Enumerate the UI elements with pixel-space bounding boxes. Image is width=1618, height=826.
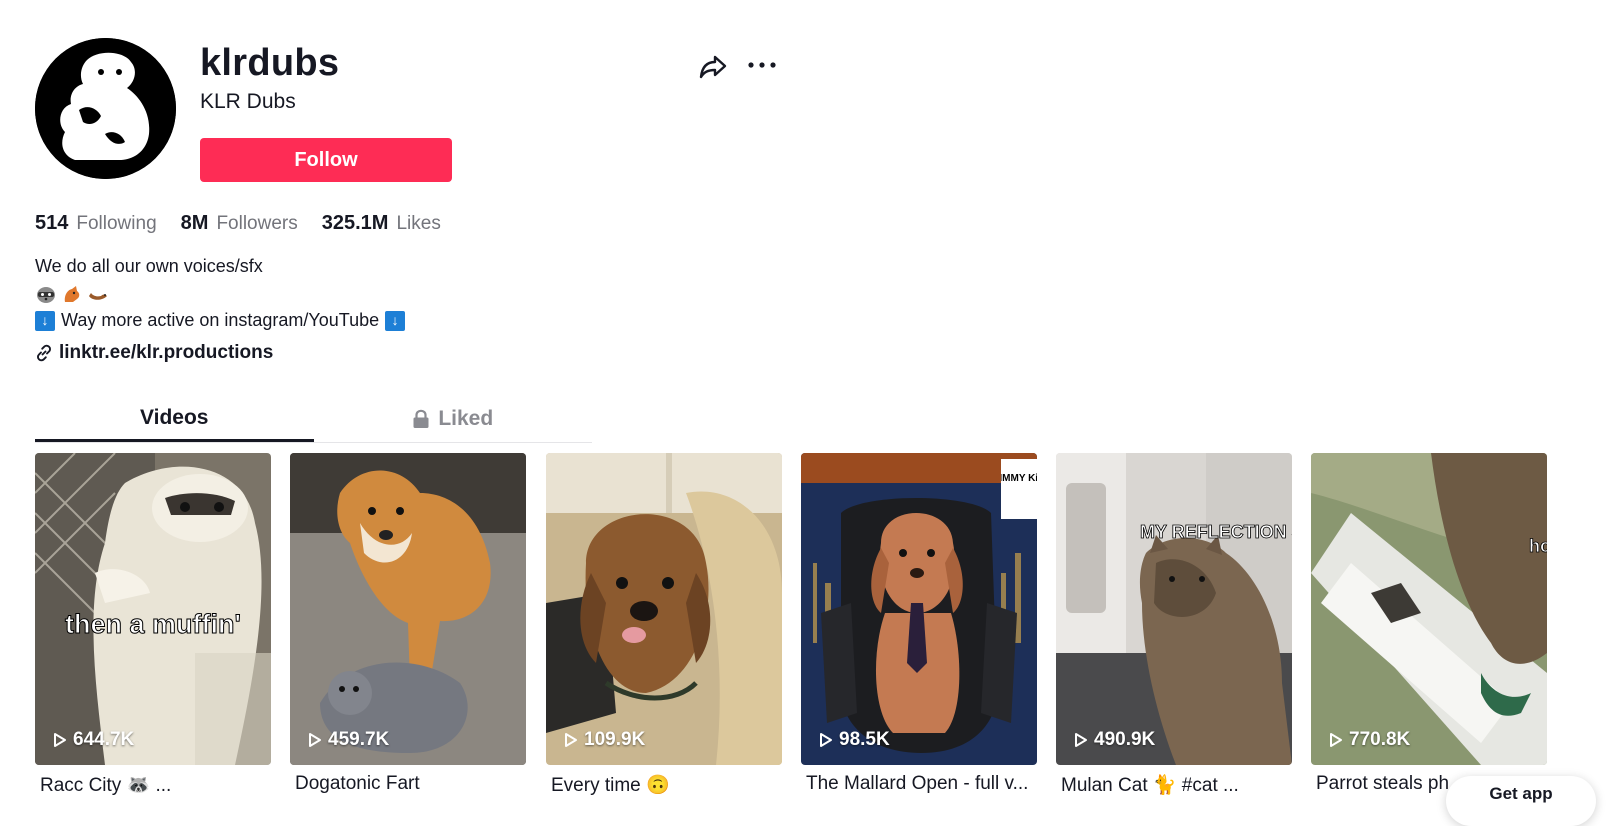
video-caption[interactable]: Dogatonic Fart: [295, 773, 525, 795]
stat-value: 514: [35, 212, 69, 234]
video-card[interactable]: 109.9K Every time 🙃: [546, 453, 782, 797]
video-overlay-text: MY REFLECTION SH: [1140, 522, 1292, 543]
tab-label: Liked: [438, 407, 494, 430]
raccoon-icon: [35, 284, 57, 304]
bio-line: We do all our own voices/sfx: [35, 256, 263, 276]
profile-link[interactable]: linktr.ee/klr.productions: [35, 342, 273, 364]
view-count-value: 109.9K: [584, 729, 646, 750]
bio-emoji-row: [35, 280, 411, 307]
stat-value: 325.1M: [321, 212, 389, 234]
video-caption[interactable]: Every time 🙃: [551, 773, 781, 797]
lock-icon: [413, 409, 429, 428]
stat-label: Followers: [216, 213, 298, 234]
view-count: 459.7K: [308, 729, 389, 751]
profile-tabs: Videos Liked: [35, 396, 592, 443]
play-icon: [820, 733, 832, 747]
tab-label: Videos: [140, 405, 209, 429]
video-thumbnail[interactable]: then a muffin' 644.7K: [35, 453, 271, 765]
view-count-value: 644.7K: [73, 729, 135, 750]
follow-button[interactable]: Follow: [200, 138, 452, 182]
otter-icon: [87, 284, 109, 304]
stat-following[interactable]: 514 Following: [35, 212, 157, 235]
video-thumbnail[interactable]: 109.9K: [546, 453, 782, 765]
video-caption[interactable]: The Mallard Open - full v...: [806, 773, 1036, 795]
down-arrow-icon: ↓: [385, 310, 406, 331]
svg-text:JIMMY Kib: JIMMY Kib: [1001, 473, 1037, 484]
get-app-button[interactable]: Get app: [1446, 776, 1596, 826]
video-card[interactable]: then a muffin' 644.7K Racc City 🦝 ...: [35, 453, 271, 797]
nickname: KLR Dubs: [200, 90, 296, 113]
view-count: 98.5K: [819, 729, 890, 751]
username: klrdubs: [200, 42, 340, 84]
view-count: 490.9K: [1074, 729, 1155, 751]
video-caption[interactable]: Racc City 🦝 ...: [40, 773, 270, 797]
stat-label: Likes: [396, 213, 441, 234]
video-overlay-text: JIMMY Kib: [1001, 473, 1037, 484]
view-count-value: 490.9K: [1094, 729, 1156, 750]
svg-text:then a muffin': then a muffin': [65, 609, 241, 639]
stat-likes: 325.1M Likes: [322, 212, 441, 235]
video-card[interactable]: MY REFLECTION SH 490.9K Mulan Cat 🐈 #cat…: [1056, 453, 1292, 797]
view-count-value: 770.8K: [1349, 729, 1411, 750]
video-overlay-text: ho: [1529, 536, 1547, 557]
video-thumbnail[interactable]: ho 770.8K: [1311, 453, 1547, 765]
down-arrow-icon: ↓: [35, 310, 55, 331]
dog-icon: [61, 284, 83, 304]
video-thumbnail[interactable]: MY REFLECTION SH 490.9K: [1056, 453, 1292, 765]
view-count: 644.7K: [53, 729, 134, 751]
link-text: linktr.ee/klr.productions: [59, 342, 274, 363]
view-count: 770.8K: [1329, 729, 1410, 751]
link-icon: [37, 344, 51, 362]
video-thumbnail[interactable]: 459.7K: [290, 453, 526, 765]
play-icon: [1075, 733, 1087, 747]
bio-line: ↓ Way more active on instagram/YouTube ↓: [35, 307, 411, 334]
tab-liked[interactable]: Liked: [314, 396, 593, 442]
play-icon: [309, 733, 321, 747]
profile-stats: 514 Following 8M Followers 325.1M Likes: [35, 212, 465, 235]
bio: We do all our own voices/sfx ↓ Way more …: [35, 253, 411, 334]
svg-text:MY REFLECTION SH: MY REFLECTION SH: [1140, 522, 1292, 542]
svg-text:ho: ho: [1529, 536, 1547, 556]
video-card[interactable]: ho 770.8K Parrot steals ph: [1311, 453, 1547, 795]
stat-label: Following: [76, 213, 157, 234]
stat-followers[interactable]: 8M Followers: [181, 212, 298, 235]
avatar[interactable]: [35, 38, 176, 179]
stat-value: 8M: [180, 212, 209, 234]
more-options-icon[interactable]: [746, 52, 778, 78]
view-count: 109.9K: [564, 729, 645, 751]
view-count-value: 459.7K: [328, 729, 390, 750]
bio-text: Way more active on instagram/YouTube: [61, 310, 380, 330]
video-thumbnail[interactable]: JIMMY Kib 98.5K: [801, 453, 1037, 765]
video-card[interactable]: 459.7K Dogatonic Fart: [290, 453, 526, 795]
video-overlay-text: then a muffin': [65, 609, 242, 640]
play-icon: [565, 733, 577, 747]
video-caption[interactable]: Mulan Cat 🐈 #cat ...: [1061, 773, 1291, 797]
video-card[interactable]: JIMMY Kib 98.5K The Mallard Open - full …: [801, 453, 1037, 795]
share-icon[interactable]: [697, 50, 729, 82]
play-icon: [1330, 733, 1342, 747]
tab-videos[interactable]: Videos: [35, 396, 314, 442]
video-grid: then a muffin' 644.7K Racc City 🦝 ... 45…: [35, 453, 1618, 822]
view-count-value: 98.5K: [839, 729, 890, 750]
play-icon: [54, 733, 66, 747]
